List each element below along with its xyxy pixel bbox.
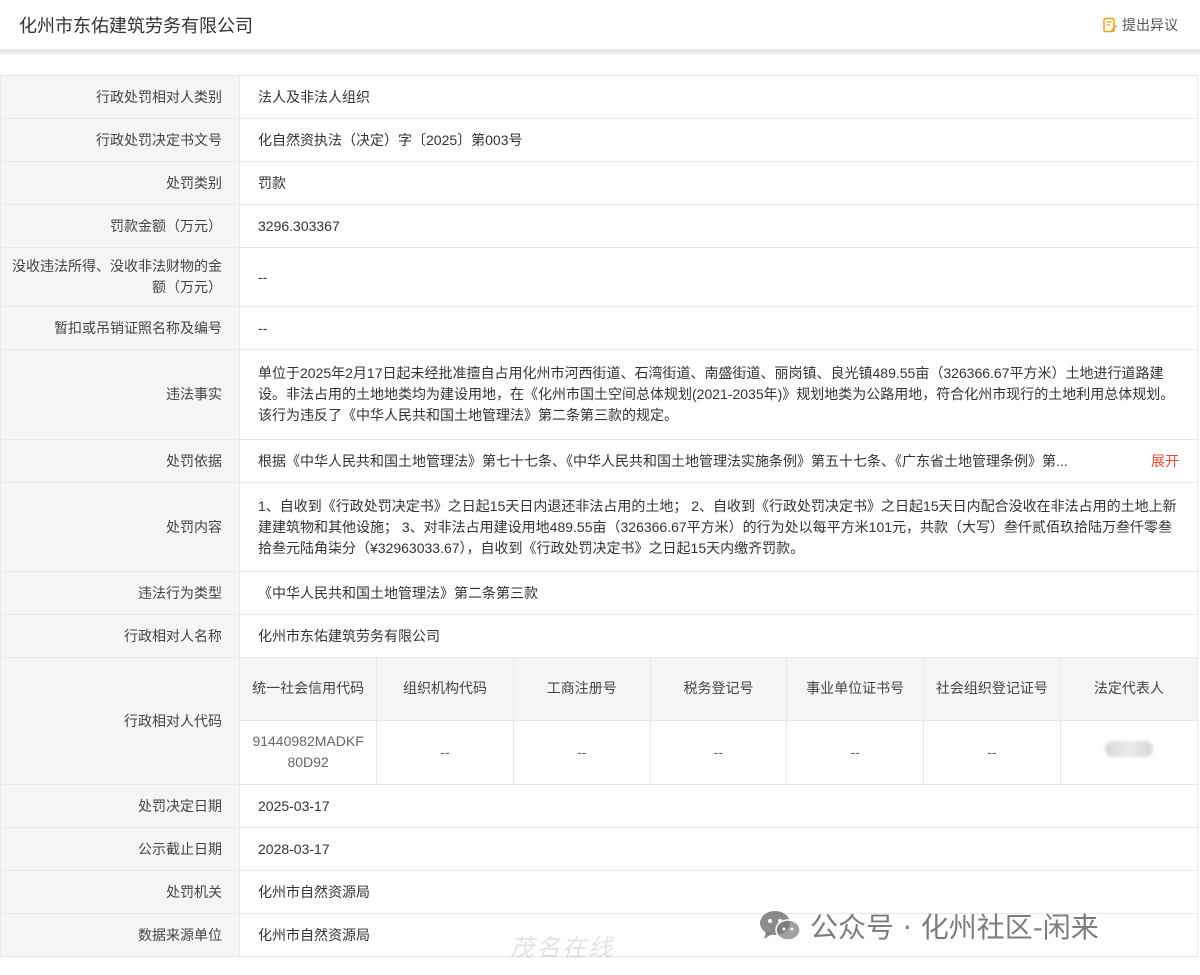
row-value: --	[239, 306, 1198, 350]
code-header: 工商注册号	[512, 658, 651, 721]
objection-label: 提出异议	[1122, 17, 1178, 33]
table-row: 行政处罚相对人类别 法人及非法人组织	[0, 75, 1198, 119]
table-row: 公示截止日期 2028-03-17	[0, 827, 1198, 871]
row-label: 行政相对人名称	[0, 614, 240, 658]
edit-note-icon	[1102, 17, 1118, 33]
row-label: 数据来源单位	[0, 913, 240, 957]
code-value: --	[786, 720, 924, 784]
row-label: 处罚依据	[0, 439, 240, 483]
row-value: 单位于2025年2月17日起未经批准擅自占用化州市河西街道、石湾街道、南盛街道、…	[239, 349, 1198, 440]
table-row: 行政相对人代码 统一社会信用代码 组织机构代码 工商注册号 税务登记号 事业单位…	[0, 657, 1198, 785]
code-value: --	[376, 720, 514, 784]
code-subtable: 统一社会信用代码 组织机构代码 工商注册号 税务登记号 事业单位证书号 社会组织…	[240, 658, 1197, 784]
code-header: 统一社会信用代码	[240, 658, 377, 721]
code-value: --	[649, 720, 787, 784]
page-title: 化州市东佑建筑劳务有限公司	[19, 16, 253, 36]
table-row: 处罚内容 1、自收到《行政处罚决定书》之日起15天日内退还非法占用的土地； 2、…	[0, 482, 1198, 572]
row-value-truncated: 根据《中华人民共和国土地管理法》第七十七条、《中华人民共和国土地管理法实施条例》…	[239, 439, 1198, 483]
row-value: 2028-03-17	[239, 827, 1198, 871]
row-label: 行政处罚决定书文号	[0, 118, 240, 162]
table-row: 行政相对人名称 化州市东佑建筑劳务有限公司	[0, 614, 1198, 658]
row-label: 处罚类别	[0, 161, 240, 205]
code-header: 税务登记号	[649, 658, 787, 721]
header-divider	[0, 50, 1200, 55]
table-row: 违法事实 单位于2025年2月17日起未经批准擅自占用化州市河西街道、石湾街道、…	[0, 349, 1198, 440]
row-label: 违法事实	[0, 349, 240, 440]
wechat-icon	[758, 908, 802, 944]
legal-rep-value	[1059, 720, 1197, 784]
table-row: 暂扣或吊销证照名称及编号 --	[0, 306, 1198, 350]
watermark-text: 公众号 · 化州社区-闲来	[810, 911, 1099, 944]
row-label: 没收违法所得、没收非法财物的金额（万元）	[0, 247, 240, 307]
table-row: 处罚类别 罚款	[0, 161, 1198, 205]
wechat-watermark: 公众号 · 化州社区-闲来	[758, 906, 1099, 946]
table-row: 处罚决定日期 2025-03-17	[0, 784, 1198, 828]
basis-text: 根据《中华人民共和国土地管理法》第七十七条、《中华人民共和国土地管理法实施条例》…	[258, 452, 1068, 469]
credit-code-value: 91440982MADKF80D92	[252, 733, 364, 771]
row-label: 行政处罚相对人类别	[0, 75, 240, 119]
row-value: 化州市东佑建筑劳务有限公司	[239, 614, 1198, 658]
row-label: 行政相对人代码	[0, 657, 240, 785]
row-label: 违法行为类型	[0, 571, 240, 615]
penalty-info-table: 行政处罚相对人类别 法人及非法人组织 行政处罚决定书文号 化自然资执法（决定）字…	[0, 75, 1198, 957]
table-row: 处罚依据 根据《中华人民共和国土地管理法》第七十七条、《中华人民共和国土地管理法…	[0, 439, 1198, 483]
code-header: 法定代表人	[1059, 658, 1197, 721]
row-value: 法人及非法人组织	[239, 75, 1198, 119]
table-row: 违法行为类型 《中华人民共和国土地管理法》第二条第三款	[0, 571, 1198, 615]
site-watermark: 茂名在线	[510, 935, 614, 962]
row-value: 3296.303367	[239, 204, 1198, 248]
code-header: 组织机构代码	[376, 658, 514, 721]
code-header: 社会组织登记证号	[923, 658, 1061, 721]
objection-button[interactable]: 提出异议	[1102, 15, 1178, 35]
row-value: 罚款	[239, 161, 1198, 205]
row-label: 处罚决定日期	[0, 784, 240, 828]
table-row: 行政处罚决定书文号 化自然资执法（决定）字〔2025〕第003号	[0, 118, 1198, 162]
expand-link[interactable]: 展开	[1151, 451, 1179, 472]
redacted-name-blur	[1104, 741, 1153, 758]
row-label: 暂扣或吊销证照名称及编号	[0, 306, 240, 350]
top-bar: 化州市东佑建筑劳务有限公司 提出异议	[0, 0, 1200, 50]
row-value: --	[239, 247, 1198, 307]
code-header: 事业单位证书号	[786, 658, 924, 721]
row-value: 化自然资执法（决定）字〔2025〕第003号	[239, 118, 1198, 162]
row-label: 处罚机关	[0, 870, 240, 914]
row-value: 2025-03-17	[239, 784, 1198, 828]
row-label: 处罚内容	[0, 482, 240, 572]
row-label: 公示截止日期	[0, 827, 240, 871]
row-value: 《中华人民共和国土地管理法》第二条第三款	[239, 571, 1198, 615]
row-label: 罚款金额（万元）	[0, 204, 240, 248]
code-value: --	[512, 720, 651, 784]
code-value: --	[923, 720, 1061, 784]
table-row: 没收违法所得、没收非法财物的金额（万元） --	[0, 247, 1198, 307]
row-value: 1、自收到《行政处罚决定书》之日起15天日内退还非法占用的土地； 2、自收到《行…	[239, 482, 1198, 572]
code-subtable-cell: 统一社会信用代码 组织机构代码 工商注册号 税务登记号 事业单位证书号 社会组织…	[239, 657, 1198, 785]
table-row: 罚款金额（万元） 3296.303367	[0, 204, 1198, 248]
